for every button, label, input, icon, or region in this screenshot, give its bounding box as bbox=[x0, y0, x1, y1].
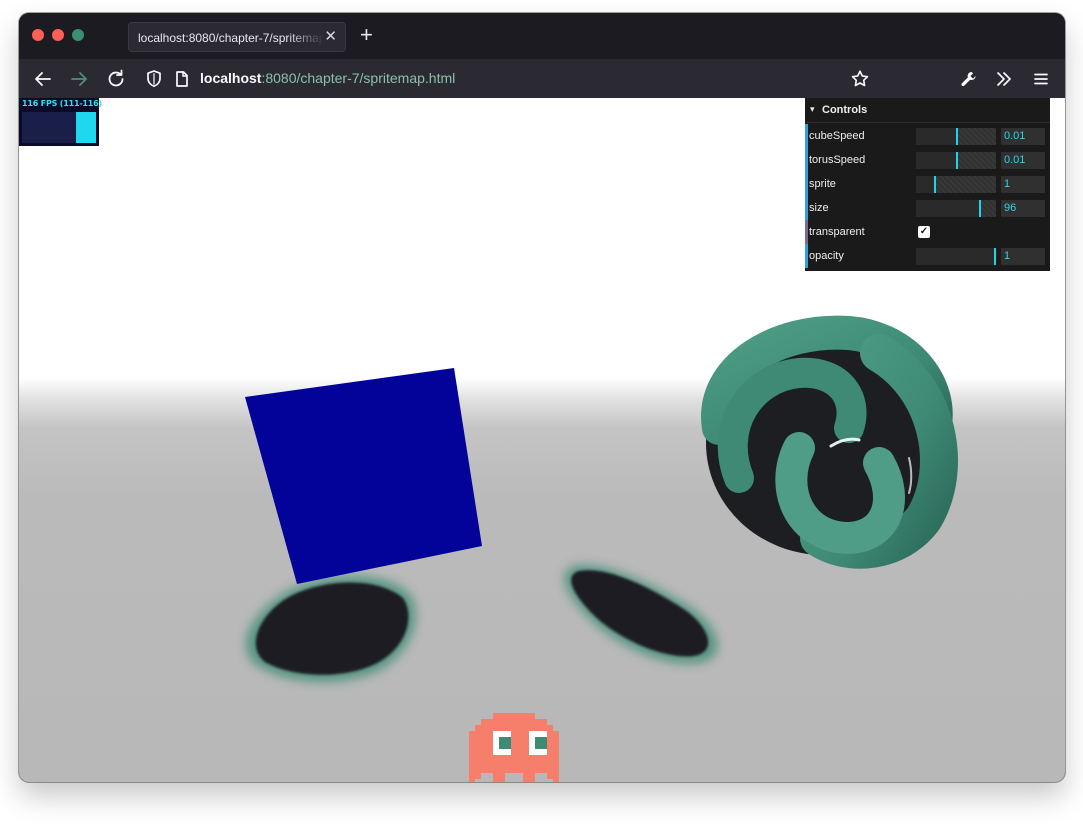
wrench-icon[interactable] bbox=[957, 67, 981, 91]
navigation-toolbar: localhost:8080/chapter-7/spritemap.html bbox=[19, 59, 1065, 98]
control-label: transparent bbox=[809, 226, 865, 238]
url-bar[interactable]: localhost:8080/chapter-7/spritemap.html bbox=[200, 70, 455, 86]
size-input[interactable]: 96 bbox=[1001, 200, 1045, 217]
close-window-button[interactable] bbox=[32, 29, 44, 41]
torusspeed-input[interactable]: 0.01 bbox=[1001, 152, 1045, 169]
browser-window: localhost:8080/chapter-7/spritemap.html … bbox=[19, 13, 1065, 782]
slider-thumb[interactable] bbox=[956, 152, 958, 169]
zoom-window-button[interactable] bbox=[72, 29, 84, 41]
torus-knot bbox=[701, 315, 958, 569]
shield-icon[interactable] bbox=[142, 67, 166, 91]
torusspeed-slider[interactable] bbox=[916, 152, 996, 169]
back-arrow-icon[interactable] bbox=[31, 67, 55, 91]
title-bar: localhost:8080/chapter-7/spritemap.html … bbox=[19, 13, 1065, 59]
overflow-chevrons-icon[interactable] bbox=[992, 67, 1016, 91]
new-tab-button[interactable]: + bbox=[360, 23, 373, 47]
controls-title: Controls bbox=[822, 104, 868, 116]
opacity-input[interactable]: 1 bbox=[1001, 248, 1045, 265]
sprite-input[interactable]: 1 bbox=[1001, 176, 1045, 193]
slider-thumb[interactable] bbox=[934, 176, 936, 193]
url-path: :8080/chapter-7/spritemap.html bbox=[261, 70, 456, 86]
page-icon bbox=[170, 67, 194, 91]
torus-shadow bbox=[564, 565, 718, 664]
slider-thumb[interactable] bbox=[956, 128, 958, 145]
fps-graph bbox=[22, 112, 96, 143]
slider-thumb[interactable] bbox=[979, 200, 981, 217]
controls-header[interactable]: ▾ Controls bbox=[805, 98, 1050, 123]
controls-panel: ▾ Controls cubeSpeed 0.01 torusSpeed 0.0… bbox=[805, 98, 1050, 271]
control-sprite: sprite 1 bbox=[805, 172, 1050, 196]
webgl-viewport[interactable]: 116 FPS (111-116) ▾ Controls cubeSpeed 0… bbox=[19, 98, 1065, 782]
control-cubespeed: cubeSpeed 0.01 bbox=[805, 124, 1050, 148]
ghost-sprite bbox=[469, 713, 559, 782]
reload-icon[interactable] bbox=[104, 67, 128, 91]
ghost-pupil-right bbox=[535, 737, 547, 749]
sprite-slider[interactable] bbox=[916, 176, 996, 193]
forward-arrow-icon[interactable] bbox=[67, 67, 91, 91]
fps-stats-panel[interactable]: 116 FPS (111-116) bbox=[19, 98, 102, 146]
cube bbox=[245, 368, 482, 584]
chevron-down-icon: ▾ bbox=[810, 104, 815, 114]
ghost-pupil-left bbox=[499, 737, 511, 749]
cubespeed-slider[interactable] bbox=[916, 128, 996, 145]
control-label: torusSpeed bbox=[809, 154, 866, 166]
control-label: size bbox=[809, 202, 829, 214]
bookmark-star-icon[interactable] bbox=[848, 67, 872, 91]
minimize-window-button[interactable] bbox=[52, 29, 64, 41]
tab-close-icon[interactable]: ✕ bbox=[324, 29, 337, 45]
slider-thumb[interactable] bbox=[994, 248, 996, 265]
cubespeed-input[interactable]: 0.01 bbox=[1001, 128, 1045, 145]
url-host: localhost bbox=[200, 70, 262, 86]
fps-readout: 116 FPS (111-116) bbox=[22, 99, 102, 108]
tab-spritemap[interactable]: localhost:8080/chapter-7/spritemap.html … bbox=[128, 22, 346, 52]
control-opacity: opacity 1 bbox=[805, 244, 1050, 268]
transparent-checkbox[interactable]: ✓ bbox=[918, 226, 930, 238]
size-slider[interactable] bbox=[916, 200, 996, 217]
control-label: opacity bbox=[809, 250, 844, 262]
cube-shadow bbox=[245, 575, 416, 683]
control-transparent: transparent ✓ bbox=[805, 220, 1050, 244]
opacity-slider[interactable] bbox=[916, 248, 996, 265]
control-size: size 96 bbox=[805, 196, 1050, 220]
control-label: cubeSpeed bbox=[809, 130, 865, 142]
control-torusspeed: torusSpeed 0.01 bbox=[805, 148, 1050, 172]
tab-title: localhost:8080/chapter-7/spritemap.html bbox=[138, 31, 324, 45]
menu-icon[interactable] bbox=[1029, 67, 1053, 91]
fps-graph-bar bbox=[76, 112, 96, 143]
control-label: sprite bbox=[809, 178, 836, 190]
